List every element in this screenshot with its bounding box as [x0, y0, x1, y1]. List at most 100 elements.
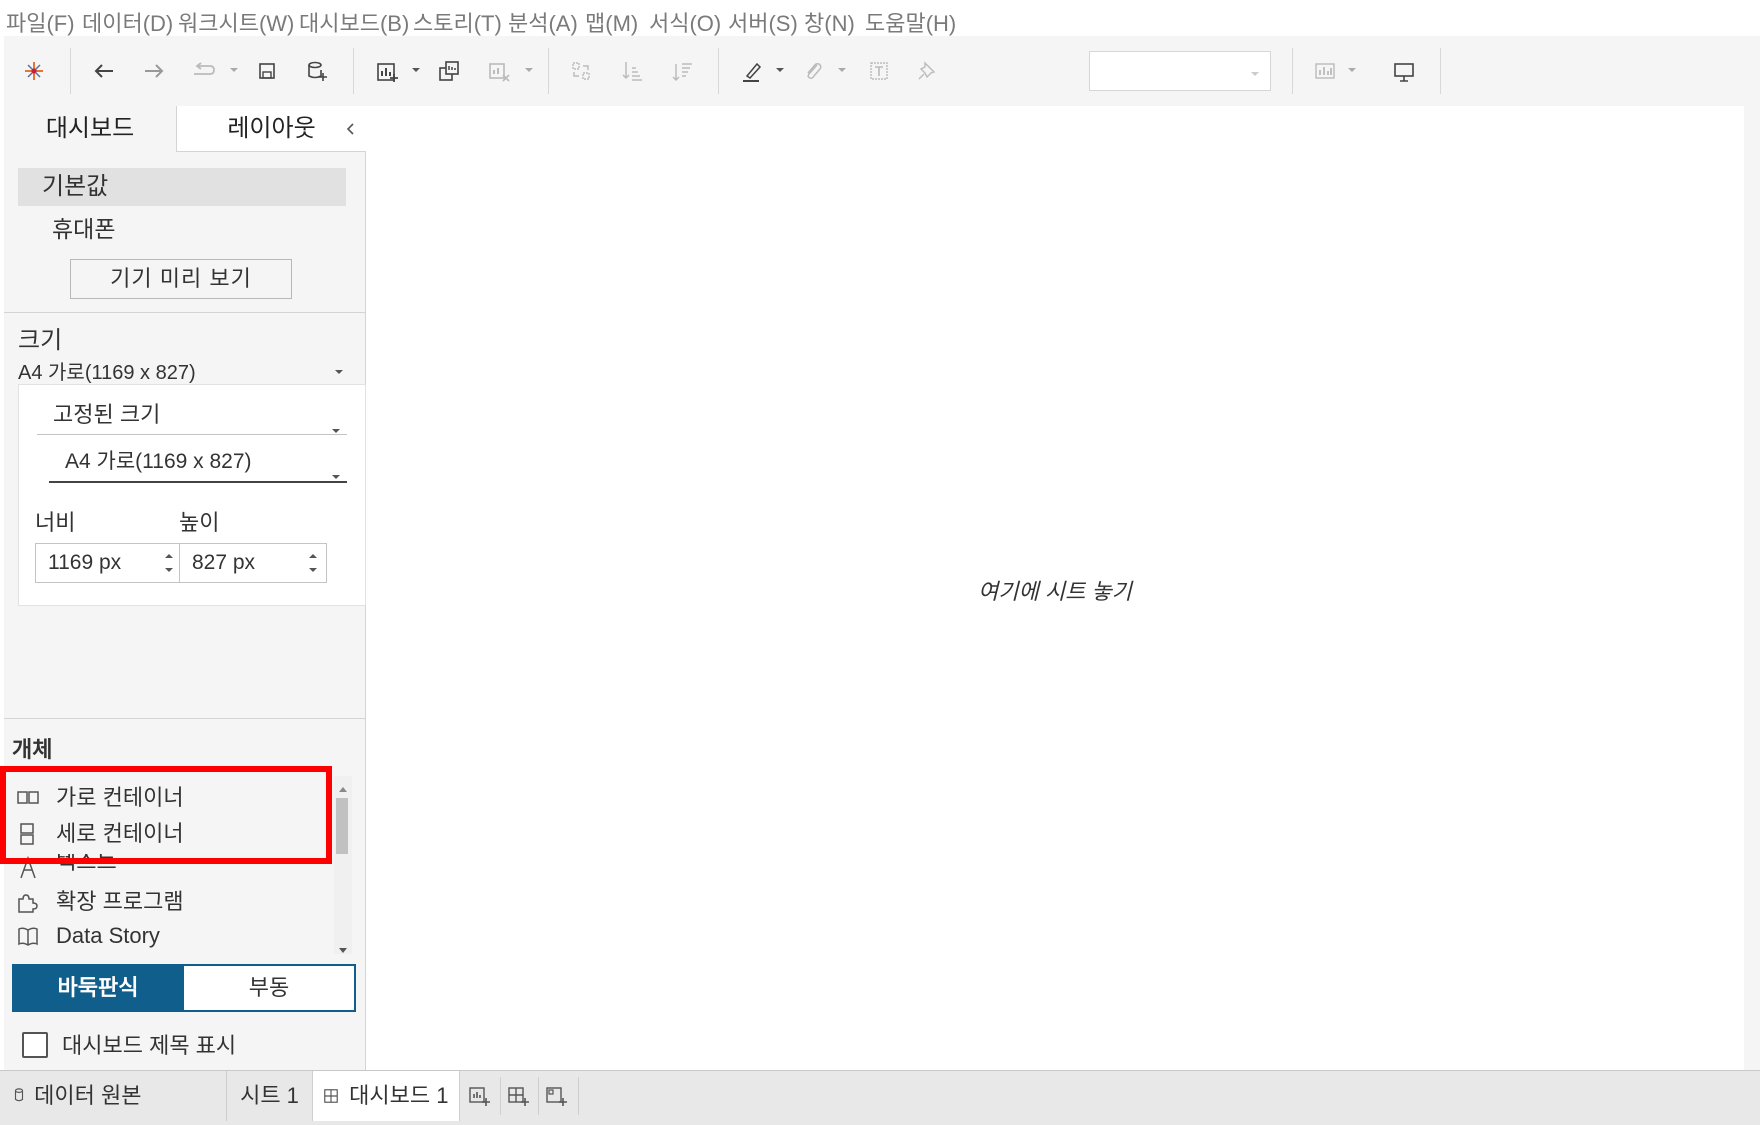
chevron-down-icon — [331, 457, 341, 479]
objects-scrollbar[interactable] — [334, 776, 352, 954]
show-me-icon[interactable] — [1310, 56, 1340, 86]
chevron-down-icon[interactable] — [523, 63, 535, 75]
toolbar — [4, 36, 1760, 106]
group-icon[interactable] — [798, 56, 828, 86]
highlight-icon[interactable] — [737, 56, 767, 86]
size-preset-value: A4 가로(1169 x 827) — [65, 450, 252, 473]
labels-icon[interactable] — [864, 56, 894, 86]
tab-separator — [538, 1077, 539, 1115]
new-story-icon[interactable] — [544, 1083, 570, 1109]
pin-icon[interactable] — [912, 56, 942, 86]
new-dashboard-icon[interactable] — [506, 1083, 532, 1109]
dashboard-icon — [323, 1072, 343, 1122]
chevron-down-icon[interactable] — [774, 63, 786, 75]
database-icon — [12, 1072, 28, 1122]
scroll-down-icon[interactable] — [338, 942, 348, 953]
book-icon — [16, 924, 40, 948]
toolbar-separator — [548, 48, 549, 94]
divider — [4, 718, 366, 719]
tab-dashboard-1-label: 대시보드 1 — [349, 1083, 449, 1108]
height-input[interactable]: 827 px — [179, 543, 327, 583]
device-preview-button[interactable]: 기기 미리 보기 — [70, 259, 292, 299]
height-label: 높이 — [179, 510, 220, 535]
undo-icon[interactable] — [89, 56, 119, 86]
menu-story[interactable]: 스토리(T) — [413, 6, 502, 38]
clear-sheet-icon[interactable] — [484, 56, 514, 86]
chevron-down-icon[interactable] — [410, 63, 422, 75]
extension-icon — [16, 890, 40, 914]
size-mode-select[interactable]: 고정된 크기 — [37, 397, 347, 435]
show-title-row[interactable]: 대시보드 제목 표시 — [22, 1026, 352, 1060]
swap-icon[interactable] — [566, 56, 596, 86]
menu-help[interactable]: 도움말(H) — [865, 6, 956, 38]
duplicate-icon[interactable] — [434, 56, 464, 86]
menu-window[interactable]: 창(N) — [804, 6, 855, 38]
chevron-down-icon[interactable] — [228, 63, 240, 75]
toolbar-separator — [718, 48, 719, 94]
device-phone[interactable]: 휴대폰 — [52, 210, 115, 244]
toolbar-separator — [353, 48, 354, 94]
chevron-down-icon — [1250, 66, 1260, 76]
redo-icon[interactable] — [139, 56, 169, 86]
tab-dashboard[interactable]: 대시보드 — [4, 106, 176, 152]
presentation-icon[interactable] — [1389, 56, 1419, 86]
sort-ascending-icon[interactable] — [617, 56, 647, 86]
menu-bar: 파일(F) 데이터(D) 워크시트(W) 대시보드(B) 스토리(T) 분석(A… — [0, 0, 1760, 36]
menu-server[interactable]: 서버(S) — [728, 6, 798, 38]
size-preset-select[interactable]: A4 가로(1169 x 827) — [49, 443, 347, 483]
tab-separator — [500, 1077, 501, 1115]
width-input[interactable]: 1169 px — [35, 543, 183, 583]
toolbar-separator — [1440, 48, 1441, 94]
tab-layout[interactable]: 레이아웃 — [176, 106, 366, 152]
fit-dropdown[interactable] — [1089, 51, 1271, 91]
objects-label: 개체 — [12, 737, 53, 762]
sort-descending-icon[interactable] — [667, 56, 697, 86]
tab-data-source-label: 데이터 원본 — [34, 1083, 142, 1108]
canvas-edge — [1744, 106, 1760, 1070]
menu-analysis[interactable]: 분석(A) — [508, 6, 578, 38]
new-datasource-icon[interactable] — [302, 56, 332, 86]
menu-map[interactable]: 맵(M) — [585, 6, 638, 38]
height-stepper[interactable] — [300, 544, 326, 582]
save-icon[interactable] — [252, 56, 282, 86]
new-worksheet-icon[interactable] — [372, 56, 402, 86]
device-default[interactable]: 기본값 — [18, 168, 346, 206]
floating-button[interactable]: 부동 — [184, 964, 356, 1012]
scroll-up-icon[interactable] — [338, 780, 348, 792]
tab-sheet-1[interactable]: 시트 1 — [226, 1071, 312, 1121]
tab-dashboard-1[interactable]: 대시보드 1 — [312, 1071, 460, 1121]
show-title-label: 대시보드 제목 표시 — [62, 1033, 237, 1058]
size-dropdown[interactable]: A4 가로(1169 x 827) — [18, 356, 196, 385]
tab-data-source[interactable]: 데이터 원본 — [8, 1071, 226, 1121]
menu-format[interactable]: 서식(O) — [649, 6, 721, 38]
tab-separator — [578, 1077, 579, 1115]
object-label: 확장 프로그램 — [56, 889, 184, 914]
size-mode-value: 고정된 크기 — [53, 402, 161, 427]
object-label: Data Story — [56, 923, 160, 948]
menu-data[interactable]: 데이터(D) — [82, 6, 173, 38]
width-value: 1169 px — [48, 551, 122, 574]
tableau-logo-icon[interactable] — [19, 56, 49, 86]
chevron-down-icon[interactable] — [1346, 63, 1358, 75]
divider — [4, 312, 366, 313]
show-title-checkbox[interactable] — [22, 1032, 48, 1058]
toolbar-separator — [1292, 48, 1293, 94]
object-extension[interactable]: 확장 프로그램 — [16, 886, 326, 918]
highlight-box — [0, 766, 332, 864]
tiled-button[interactable]: 바둑판식 — [12, 964, 184, 1012]
object-data-story[interactable]: Data Story — [16, 920, 326, 952]
chevron-down-icon[interactable] — [334, 364, 344, 374]
replay-icon[interactable] — [188, 56, 218, 86]
height-value: 827 px — [192, 551, 256, 574]
new-worksheet-icon[interactable] — [467, 1083, 493, 1109]
chevron-down-icon[interactable] — [836, 63, 848, 75]
collapse-sidebar-icon[interactable] — [342, 120, 360, 138]
dashboard-canvas[interactable]: 여기에 시트 놓기 — [368, 106, 1760, 1070]
size-label: 크기 — [18, 327, 63, 354]
drop-hint: 여기에 시트 놓기 — [978, 579, 1132, 604]
menu-worksheet[interactable]: 워크시트(W) — [178, 6, 294, 38]
scroll-thumb[interactable] — [336, 798, 348, 854]
menu-dashboard[interactable]: 대시보드(B) — [299, 6, 409, 38]
size-panel: 고정된 크기 A4 가로(1169 x 827) 너비 높이 1169 px 8… — [18, 384, 366, 606]
menu-file[interactable]: 파일(F) — [6, 6, 75, 38]
